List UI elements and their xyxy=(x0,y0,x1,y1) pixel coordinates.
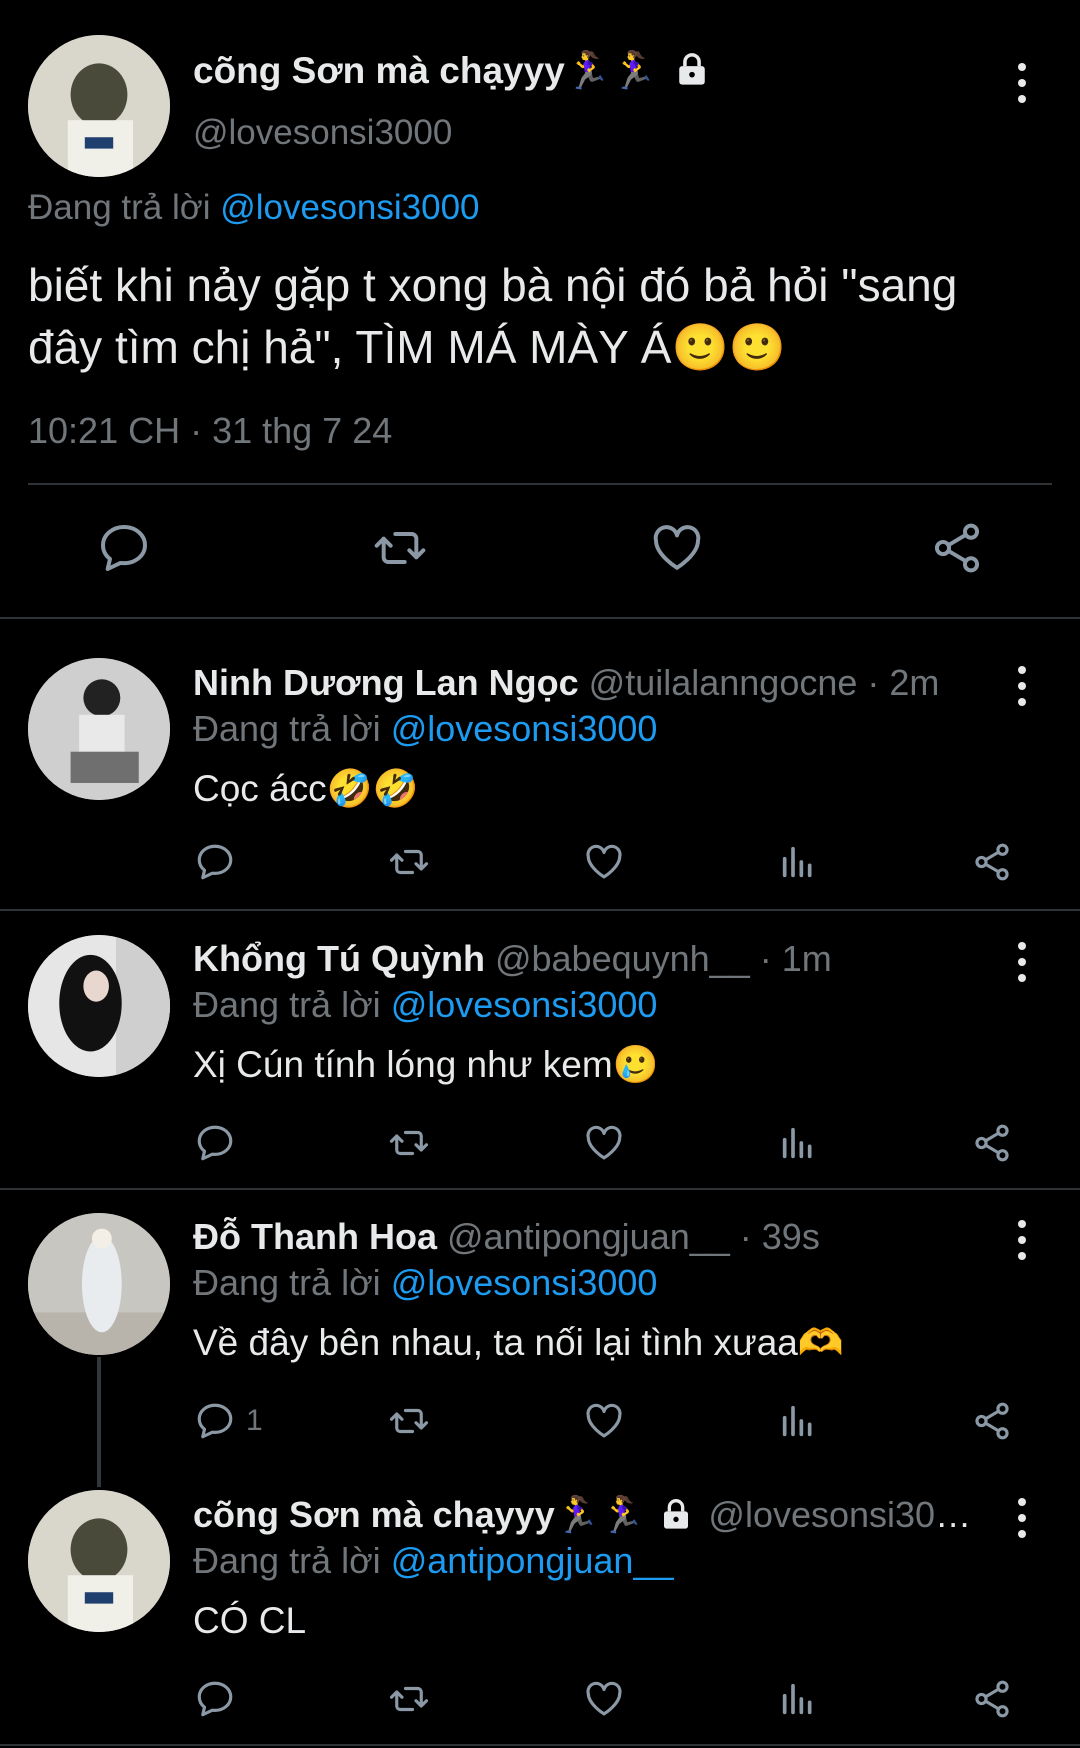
replying-to: Đang trả lời @lovesonsi3000 xyxy=(193,984,658,1025)
share-icon[interactable] xyxy=(928,520,986,576)
lock-icon xyxy=(675,52,709,95)
reply-icon[interactable] xyxy=(194,1122,236,1164)
retweet-icon[interactable] xyxy=(385,1678,433,1720)
divider xyxy=(0,1188,1080,1190)
reply-action-bar xyxy=(0,841,1080,901)
reply-handle[interactable]: @antipongjuan__ xyxy=(447,1216,730,1257)
retweet-icon[interactable] xyxy=(385,841,433,883)
author-handle[interactable]: @lovesonsi3000 xyxy=(193,113,452,153)
avatar[interactable] xyxy=(28,658,170,800)
heart-icon[interactable] xyxy=(582,1678,626,1720)
author-name[interactable]: cõng Sơn mà chạyyy🏃‍♀️🏃‍♀️ xyxy=(193,50,709,95)
reply-display-name[interactable]: Đỗ Thanh Hoa xyxy=(193,1216,437,1257)
avatar[interactable] xyxy=(28,1490,170,1632)
replying-to-link[interactable]: @lovesonsi3000 xyxy=(391,708,658,749)
reply-display-name[interactable]: Ninh Dương Lan Ngọc xyxy=(193,662,579,703)
reply-header: cõng Sơn mà chạyyy🏃‍♀️🏃‍♀️ @lovesonsi300… xyxy=(193,1494,983,1539)
reply-handle[interactable]: @lovesonsi300... xyxy=(708,1494,983,1535)
reply-action-bar xyxy=(0,1678,1080,1738)
divider xyxy=(28,483,1052,485)
reply-icon[interactable] xyxy=(194,841,236,883)
divider xyxy=(0,909,1080,911)
reply-icon[interactable] xyxy=(96,520,152,576)
share-icon[interactable] xyxy=(970,841,1014,883)
reply-time: · 1m xyxy=(759,938,832,979)
retweet-icon[interactable] xyxy=(385,1400,433,1442)
reply-text: Xị Cún tính lóng như kem🥲 xyxy=(193,1044,659,1085)
share-icon[interactable] xyxy=(970,1400,1014,1442)
share-icon[interactable] xyxy=(970,1678,1014,1720)
replying-to: Đang trả lời @lovesonsi3000 xyxy=(193,708,658,749)
replying-to-link[interactable]: @lovesonsi3000 xyxy=(391,984,658,1025)
views-icon[interactable] xyxy=(778,1400,818,1442)
more-vertical-icon[interactable] xyxy=(1016,1220,1028,1260)
more-vertical-icon[interactable] xyxy=(1016,666,1028,706)
tweet-timestamp[interactable]: 10:21 CH · 31 thg 7 24 xyxy=(28,410,392,452)
more-vertical-icon[interactable] xyxy=(1016,942,1028,982)
reply-icon[interactable] xyxy=(194,1400,236,1442)
reply-action-bar xyxy=(0,1122,1080,1182)
share-icon[interactable] xyxy=(970,1122,1014,1164)
replying-to: Đang trả lời @lovesonsi3000 xyxy=(28,188,480,227)
main-action-bar xyxy=(0,520,1080,580)
retweet-icon[interactable] xyxy=(385,1122,433,1164)
heart-icon[interactable] xyxy=(648,520,706,576)
more-vertical-icon[interactable] xyxy=(1016,1498,1028,1538)
author-display-name: cõng Sơn mà chạyyy🏃‍♀️🏃‍♀️ xyxy=(193,50,657,91)
heart-icon[interactable] xyxy=(582,1122,626,1164)
reply-header: Đỗ Thanh Hoa @antipongjuan__ · 39s xyxy=(193,1216,993,1258)
divider xyxy=(0,1744,1080,1746)
reply-text: Về đây bên nhau, ta nối lại tình xưaa🫶 xyxy=(193,1322,844,1363)
views-icon[interactable] xyxy=(778,1678,818,1720)
reply-action-bar: 1 xyxy=(0,1400,1080,1460)
heart-icon[interactable] xyxy=(582,1400,626,1442)
reply-time: · 2m xyxy=(867,662,940,703)
reply-display-name[interactable]: Khổng Tú Quỳnh xyxy=(193,938,485,979)
reply-handle[interactable]: @tuilalanngocne xyxy=(589,662,858,703)
replying-to: Đang trả lời @antipongjuan__ xyxy=(193,1540,674,1581)
replying-to-link[interactable]: @lovesonsi3000 xyxy=(220,188,479,227)
replying-to-link[interactable]: @antipongjuan__ xyxy=(391,1540,674,1581)
reply-display-name[interactable]: cõng Sơn mà chạyyy🏃‍♀️🏃‍♀️ xyxy=(193,1494,644,1535)
reply-time: · 39s xyxy=(739,1216,820,1257)
reply-icon[interactable] xyxy=(194,1678,236,1720)
reply-handle[interactable]: @babequynh__ xyxy=(495,938,750,979)
reply-header: Ninh Dương Lan Ngọc @tuilalanngocne · 2m xyxy=(193,662,993,704)
views-icon[interactable] xyxy=(778,841,818,883)
more-vertical-icon[interactable] xyxy=(1016,63,1028,103)
tweet-text: biết khi nảy gặp t xong bà nội đó bả hỏi… xyxy=(28,259,958,373)
heart-icon[interactable] xyxy=(582,841,626,883)
replying-to: Đang trả lời @lovesonsi3000 xyxy=(193,1262,658,1303)
reply-count: 1 xyxy=(246,1404,263,1437)
divider xyxy=(0,617,1080,619)
avatar[interactable] xyxy=(28,35,170,177)
reply-text: CÓ CL xyxy=(193,1600,307,1641)
views-icon[interactable] xyxy=(778,1122,818,1164)
avatar[interactable] xyxy=(28,935,170,1077)
reply-header: Khổng Tú Quỳnh @babequynh__ · 1m xyxy=(193,938,993,980)
replying-to-link[interactable]: @lovesonsi3000 xyxy=(391,1262,658,1303)
reply-text: Cọc ácc🤣🤣 xyxy=(193,768,419,809)
avatar[interactable] xyxy=(28,1213,170,1355)
lock-icon xyxy=(660,1497,692,1539)
retweet-icon[interactable] xyxy=(370,520,430,576)
